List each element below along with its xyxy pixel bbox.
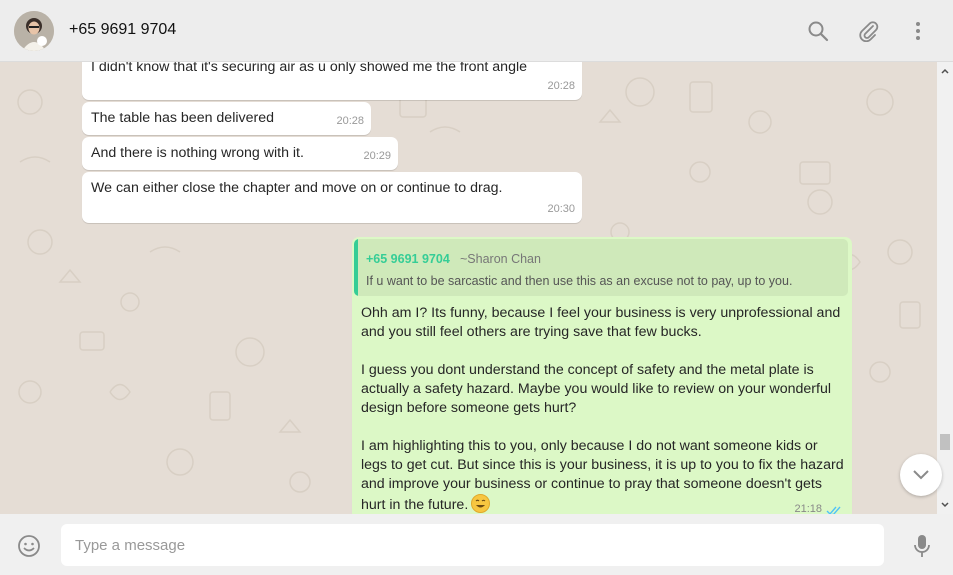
message-text: I didn't know that it's securing air as … xyxy=(91,62,528,75)
paperclip-icon[interactable] xyxy=(857,20,879,43)
message-paragraph: Ohh am I? Its funny, because I feel your… xyxy=(361,305,841,340)
chat-panel: I didn't know that it's securing air as … xyxy=(0,62,953,514)
message-time: 20:30 xyxy=(547,203,575,215)
scroll-down-icon[interactable] xyxy=(940,500,950,510)
quote-text: If u want to be sarcastic and then use t… xyxy=(366,274,793,288)
incoming-message[interactable]: The table has been delivered 20:28 xyxy=(82,102,371,135)
scroll-up-icon[interactable] xyxy=(940,66,950,76)
scroll-to-bottom-button[interactable] xyxy=(900,454,942,496)
incoming-message[interactable]: I didn't know that it's securing air as … xyxy=(82,62,582,100)
message-text: We can either close the chapter and move… xyxy=(91,180,503,196)
incoming-message[interactable]: We can either close the chapter and move… xyxy=(82,172,582,223)
message-input[interactable] xyxy=(61,524,884,566)
message-paragraph: I guess you dont understand the concept … xyxy=(361,362,832,416)
quote-accent-bar xyxy=(354,239,358,296)
quote-sender-number: +65 9691 9704 xyxy=(366,252,450,266)
outgoing-message[interactable]: +65 9691 9704 ~Sharon Chan If u want to … xyxy=(352,237,852,514)
microphone-icon[interactable] xyxy=(910,533,934,559)
incoming-message[interactable]: And there is nothing wrong with it. 20:2… xyxy=(82,137,398,170)
message-body: Ohh am I? Its funny, because I feel your… xyxy=(361,304,847,514)
message-time: 21:18 xyxy=(794,503,822,514)
chat-header: +65 9691 9704 xyxy=(0,0,953,62)
message-time: 20:28 xyxy=(547,80,575,92)
chat-scrollbar[interactable] xyxy=(937,62,953,514)
composer-bar xyxy=(0,514,953,575)
contact-name[interactable]: +65 9691 9704 xyxy=(69,21,176,39)
message-time: 20:29 xyxy=(363,150,391,162)
chevron-down-icon xyxy=(913,470,929,480)
contact-avatar[interactable] xyxy=(14,11,54,51)
message-paragraph: I am highlighting this to you, only beca… xyxy=(361,438,844,513)
message-text: The table has been delivered xyxy=(91,110,274,126)
smile-emoji-icon xyxy=(471,494,491,513)
quoted-message[interactable]: +65 9691 9704 ~Sharon Chan If u want to … xyxy=(354,239,848,296)
scroll-thumb[interactable] xyxy=(940,434,950,450)
emoji-icon[interactable] xyxy=(17,534,41,558)
read-receipt-icon xyxy=(826,506,841,514)
search-icon[interactable] xyxy=(807,20,829,42)
quote-sender-name: ~Sharon Chan xyxy=(460,252,541,266)
message-time: 20:28 xyxy=(336,115,364,127)
menu-icon[interactable] xyxy=(907,20,929,42)
message-text: And there is nothing wrong with it. xyxy=(91,145,304,161)
